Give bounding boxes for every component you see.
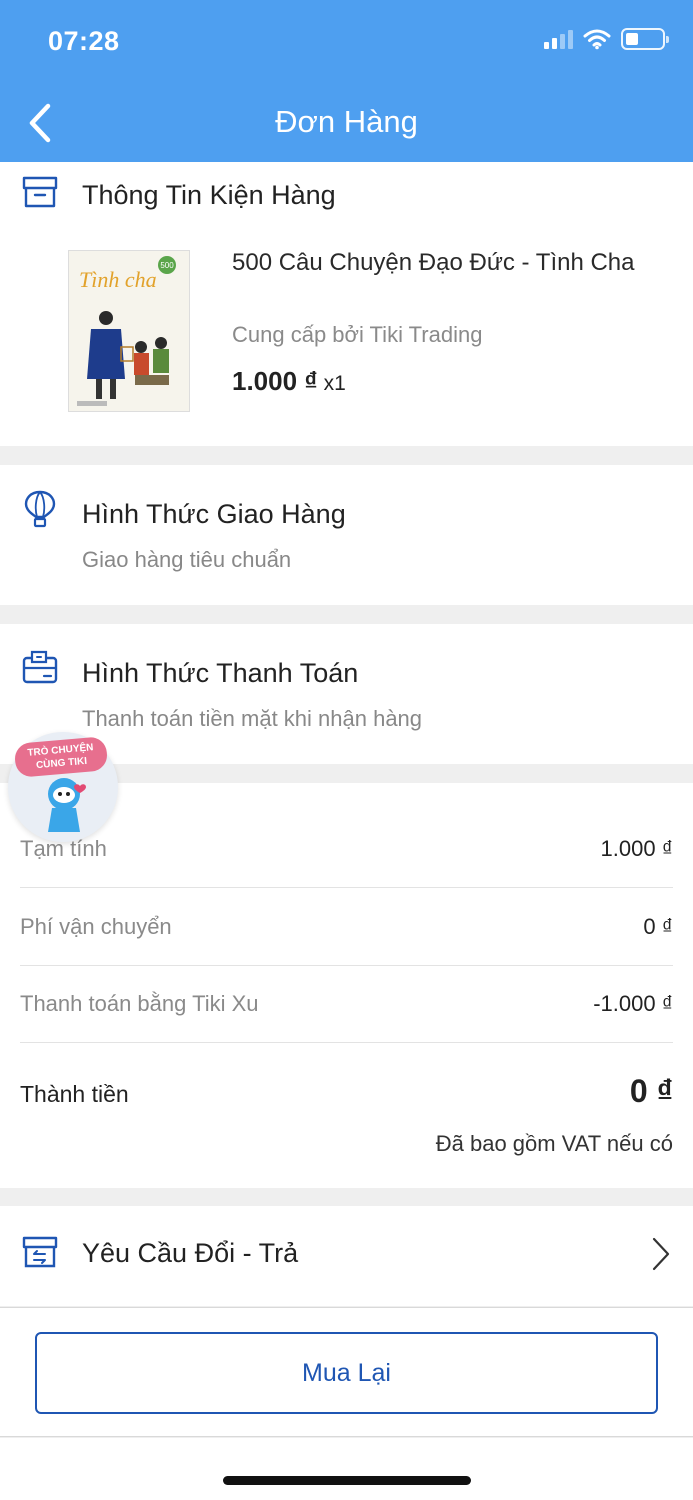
box-icon xyxy=(22,176,58,208)
chat-with-tiki-widget[interactable]: TRÒ CHUYỆN CÙNG TIKI xyxy=(8,732,118,842)
section-title: Thông Tin Kiện Hàng xyxy=(82,180,336,210)
app-header: 07:28 Đơn Hàng xyxy=(0,0,693,162)
home-indicator[interactable] xyxy=(223,1476,471,1485)
product-price: 1.000 ₫ x1 xyxy=(232,366,346,397)
wifi-icon xyxy=(583,29,611,50)
bottom-action-bar: Mua Lại xyxy=(0,1307,693,1437)
quantity: x1 xyxy=(323,372,346,395)
status-time: 07:28 xyxy=(48,26,120,56)
battery-icon xyxy=(621,28,669,50)
return-request-title: Yêu Cầu Đổi - Trả xyxy=(82,1238,299,1268)
row-value: 1.000 ₫ xyxy=(600,835,673,861)
row-value: -1.000 ₫ xyxy=(593,990,673,1016)
product-seller: Cung cấp bởi Tiki Trading xyxy=(232,322,483,347)
price-value: 1.000 ₫ xyxy=(232,366,318,396)
return-box-icon xyxy=(22,1236,58,1268)
package-section: Thông Tin Kiện Hàng 500 Tình cha 500 Câu… xyxy=(0,162,693,446)
summary-row-shipping-fee: Phí vận chuyển 0 ₫ xyxy=(20,888,673,966)
payment-card-icon xyxy=(22,650,58,684)
page-title: Đơn Hàng xyxy=(275,104,418,139)
row-value: 0 ₫ xyxy=(643,913,673,939)
balloon-icon xyxy=(24,490,56,528)
chat-widget-label: TRÒ CHUYỆN CÙNG TIKI xyxy=(13,736,109,778)
book-cover: 500 Tình cha xyxy=(69,251,189,411)
total-label: Thành tiền xyxy=(20,1081,129,1107)
signal-icon xyxy=(544,29,573,49)
total-value: 0 ₫ xyxy=(629,1073,673,1109)
chevron-right-icon xyxy=(652,1237,670,1271)
product-image[interactable]: 500 Tình cha xyxy=(68,250,190,412)
shipping-section: Hình Thức Giao Hàng Giao hàng tiêu chuẩn xyxy=(0,465,693,605)
row-label: Thanh toán bằng Tiki Xu xyxy=(20,990,259,1016)
summary-row-subtotal: Tạm tính 1.000 ₫ xyxy=(20,810,673,888)
svg-text:Tình cha: Tình cha xyxy=(79,267,157,292)
product-name[interactable]: 500 Câu Chuyện Đạo Đức - Tình Cha xyxy=(232,246,662,280)
summary-row-tiki-xu: Thanh toán bằng Tiki Xu -1.000 ₫ xyxy=(20,965,673,1043)
mascot-icon xyxy=(48,778,86,832)
home-strip xyxy=(0,1438,693,1500)
payment-method: Thanh toán tiền mặt khi nhận hàng xyxy=(82,706,423,731)
svg-text:500: 500 xyxy=(160,261,174,270)
vat-note: Đã bao gồm VAT nếu có xyxy=(435,1131,673,1156)
row-label: Phí vận chuyển xyxy=(20,913,172,939)
shipping-method: Giao hàng tiêu chuẩn xyxy=(82,547,292,572)
summary-section: Tạm tính 1.000 ₫ Phí vận chuyển 0 ₫ Than… xyxy=(0,783,693,1188)
return-request-row[interactable]: Yêu Cầu Đổi - Trả xyxy=(0,1206,693,1306)
section-title: Hình Thức Giao Hàng xyxy=(82,499,346,529)
status-icons xyxy=(544,28,669,50)
buy-again-button[interactable]: Mua Lại xyxy=(35,1332,658,1414)
section-title: Hình Thức Thanh Toán xyxy=(82,658,359,688)
